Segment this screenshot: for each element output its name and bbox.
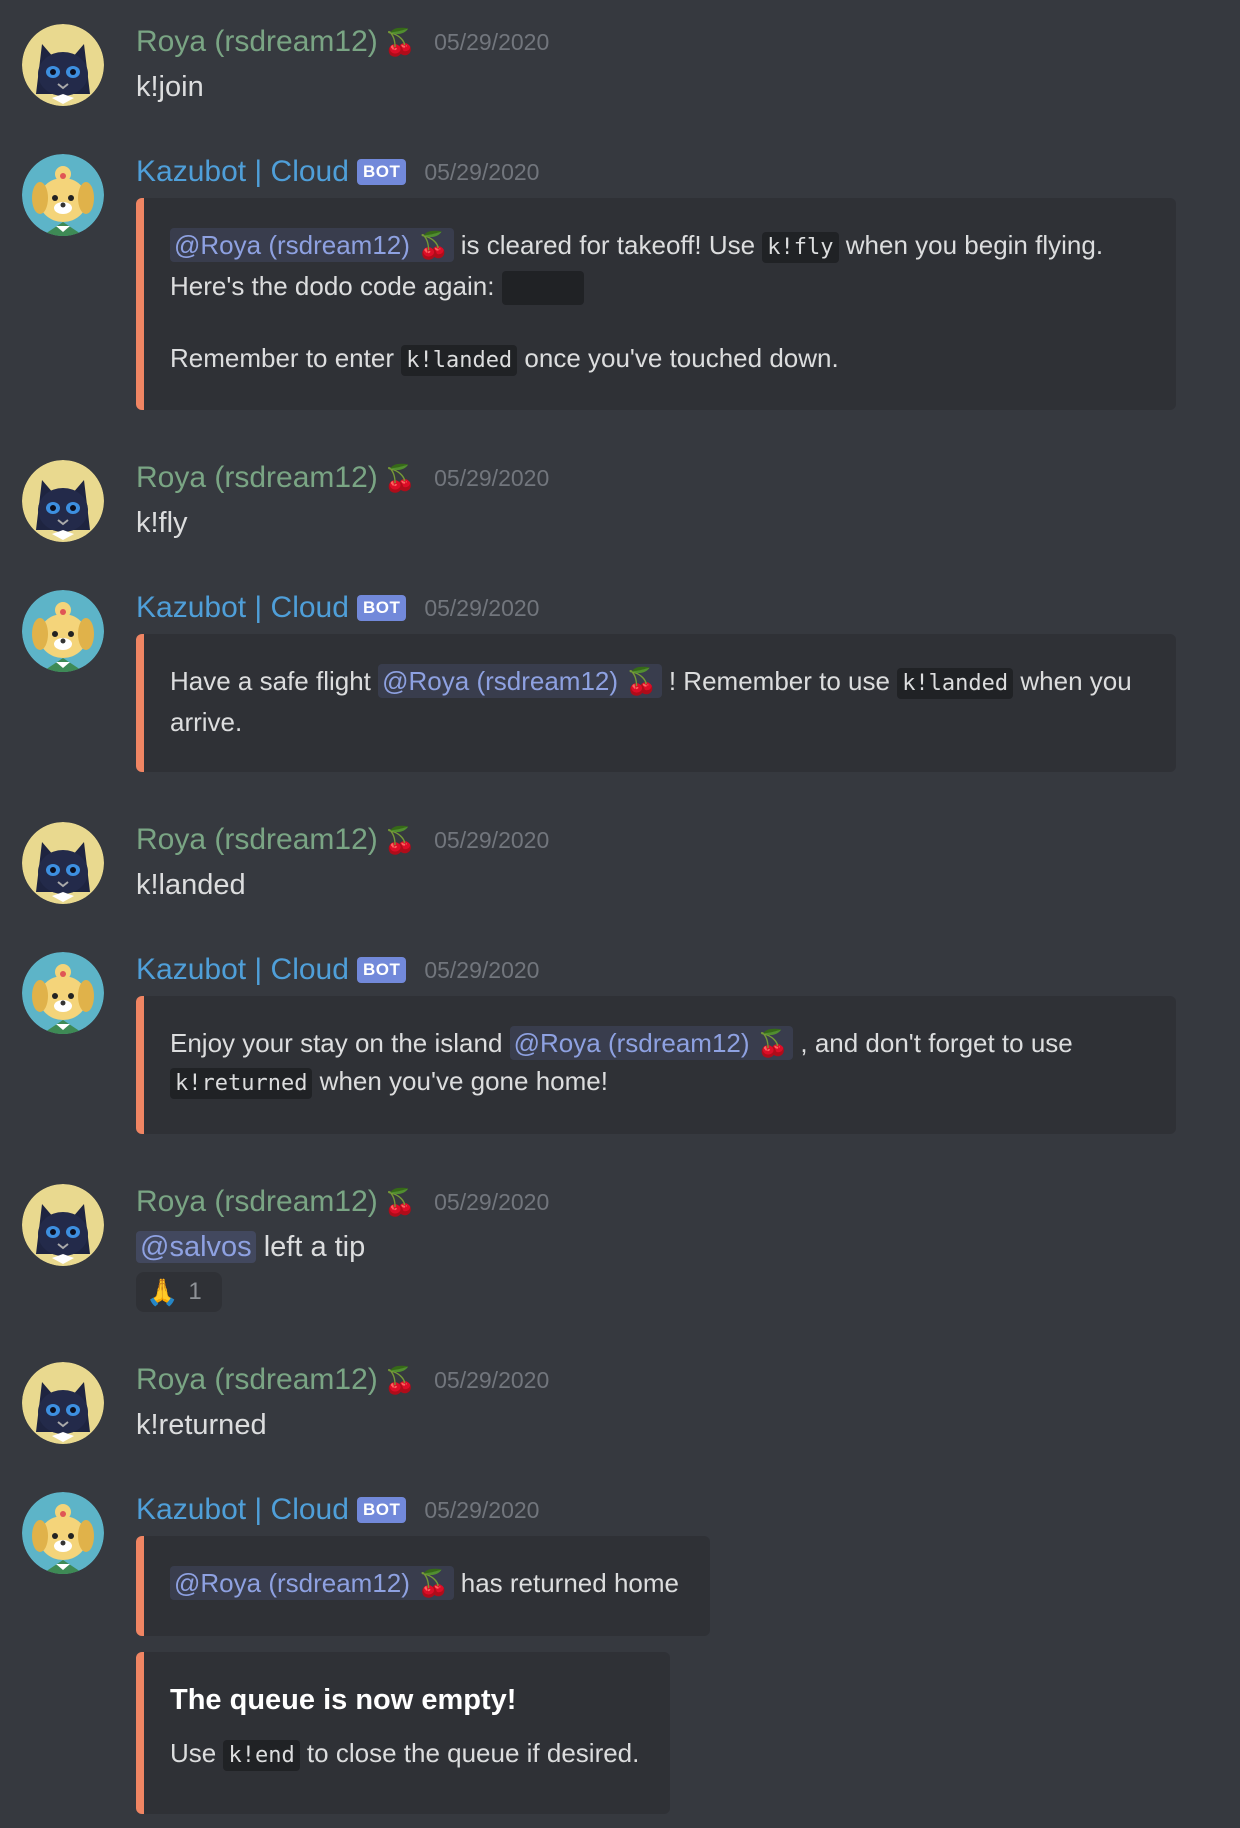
user-mention[interactable]: @Roya (rsdream12) 🍒 [170,1566,454,1600]
bot-tag: BOT [356,957,407,983]
embed: @Roya (rsdream12) 🍒 is cleared for takeo… [136,198,1176,410]
folded-hands-icon: 🙏 [146,1276,179,1307]
message-text-body: left a tip [255,1231,366,1263]
embed-text: is cleared for takeoff! Use [453,230,763,260]
spoiler-dodo-code[interactable] [501,271,584,306]
bot-tag: BOT [356,159,407,185]
embed-text: , and don't forget to use [793,1028,1073,1058]
message-text: k!returned [136,1409,267,1441]
command-code: k!returned [170,1068,313,1099]
embed: Have a safe flight @Roya (rsdream12) 🍒 !… [136,634,1176,772]
bot-avatar-icon[interactable] [22,1492,104,1574]
message-header: Kazubot | Cloud BOT 05/29/2020 [136,1490,539,1530]
message-header: Roya (rsdream12) 🍒 05/29/2020 [136,1360,549,1400]
timestamp: 05/29/2020 [434,1367,550,1393]
message-header: Kazubot | Cloud BOT 05/29/2020 [136,950,539,990]
embed-queue-empty: The queue is now empty! Use k!end to clo… [136,1652,670,1814]
roya-avatar-icon[interactable] [22,822,104,904]
command-code: k!landed [401,345,518,377]
embed-text: when you begin flying. [838,230,1104,260]
embed-text: Have a safe flight [170,666,379,696]
message-header: Roya (rsdream12) 🍒 05/29/2020 [136,22,549,62]
roya-avatar-icon[interactable] [22,24,104,106]
username[interactable]: Roya (rsdream12) [136,820,378,860]
embed-text: Remember to enter [170,343,402,374]
user-mention[interactable]: @salvos [136,1231,256,1263]
cherry-icon: 🍒 [383,1187,417,1217]
embed-text: arrive. [170,707,243,737]
embed-returned-home: @Roya (rsdream12) 🍒 has returned home [136,1536,710,1636]
message-header: Roya (rsdream12) 🍒 05/29/2020 [136,458,549,498]
message-text: k!fly [136,507,188,539]
username[interactable]: Kazubot | Cloud [136,588,349,628]
cherry-icon: 🍒 [383,463,417,493]
timestamp: 05/29/2020 [434,827,550,853]
embed-text: has returned home [453,1568,679,1598]
timestamp: 05/29/2020 [424,1497,540,1523]
message-header: Kazubot | Cloud BOT 05/29/2020 [136,588,539,628]
username[interactable]: Kazubot | Cloud [136,152,349,192]
embed-title: The queue is now empty! [170,1684,517,1716]
message-text: k!landed [136,869,246,901]
embed-text: to close the queue if desired. [299,1738,640,1768]
username[interactable]: Roya (rsdream12) [136,22,378,62]
bot-tag: BOT [356,1497,407,1523]
username[interactable]: Roya (rsdream12) [136,1360,378,1400]
message-text: k!join [136,71,204,103]
username[interactable]: Kazubot | Cloud [136,1490,349,1530]
username[interactable]: Roya (rsdream12) [136,458,378,498]
username[interactable]: Kazubot | Cloud [136,950,349,990]
timestamp: 05/29/2020 [424,957,540,983]
roya-avatar-icon[interactable] [22,1184,104,1266]
bot-avatar-icon[interactable] [22,952,104,1034]
command-code: k!end [223,1740,300,1771]
bot-tag: BOT [356,595,407,621]
message-header: Roya (rsdream12) 🍒 05/29/2020 [136,820,549,860]
bot-avatar-icon[interactable] [22,590,104,672]
message-header: Roya (rsdream12) 🍒 05/29/2020 [136,1182,549,1222]
timestamp: 05/29/2020 [424,595,540,621]
embed-text: when you've gone home! [312,1066,608,1096]
cherry-icon: 🍒 [383,825,417,855]
message-text: @salvos left a tip [136,1228,365,1266]
cherry-icon: 🍒 [383,1365,417,1395]
bot-avatar-icon[interactable] [22,154,104,236]
timestamp: 05/29/2020 [434,465,550,491]
embed-text: Enjoy your stay on the island [170,1028,510,1058]
embed-text: ! Remember to use [661,666,898,696]
embed-text: once you've touched down. [517,343,839,374]
timestamp: 05/29/2020 [434,29,550,55]
timestamp: 05/29/2020 [434,1189,550,1215]
user-mention[interactable]: @Roya (rsdream12) 🍒 [509,1026,794,1060]
embed-text: Here's the dodo code again: [170,271,502,301]
command-code: k!fly [762,232,839,263]
username[interactable]: Roya (rsdream12) [136,1182,378,1222]
user-mention[interactable]: @Roya (rsdream12) 🍒 [378,664,662,698]
timestamp: 05/29/2020 [424,159,540,185]
embed: Enjoy your stay on the island @Roya (rsd… [136,996,1176,1134]
reaction-button[interactable]: 🙏 1 [136,1272,222,1312]
embed-text: when you [1013,666,1132,696]
roya-avatar-icon[interactable] [22,460,104,542]
cherry-icon: 🍒 [383,27,417,57]
message-header: Kazubot | Cloud BOT 05/29/2020 [136,152,539,192]
roya-avatar-icon[interactable] [22,1362,104,1444]
user-mention[interactable]: @Roya (rsdream12) 🍒 [170,228,454,262]
embed-text: Use [170,1738,224,1768]
reaction-count: 1 [188,1278,202,1305]
command-code: k!landed [897,668,1014,699]
